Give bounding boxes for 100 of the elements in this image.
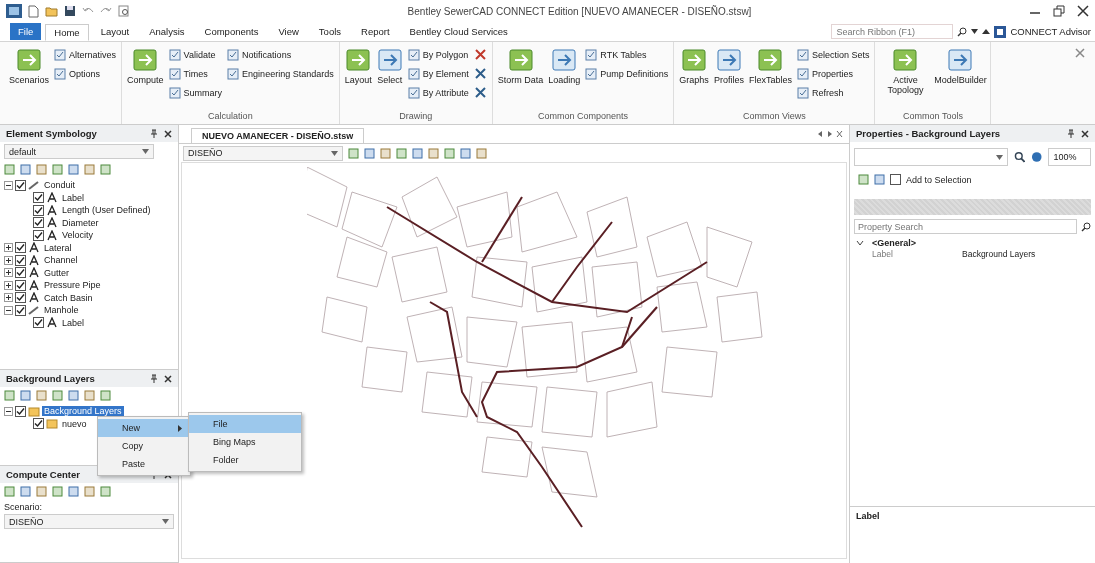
checkbox[interactable] (15, 254, 26, 266)
collapse-ribbon-icon[interactable] (982, 29, 991, 34)
caret-icon[interactable] (971, 29, 979, 34)
ribbon-button[interactable]: ModelBuilder (935, 45, 986, 102)
search-icon[interactable] (957, 26, 968, 37)
ribbon-button[interactable]: Loading (548, 45, 581, 102)
tree-item[interactable]: Lateral (42, 242, 74, 253)
pin-icon[interactable] (150, 374, 158, 383)
tree-item[interactable]: nuevo (60, 418, 89, 429)
scenario-dropdown[interactable]: DISEÑO (4, 514, 174, 529)
file-tab[interactable]: File (10, 23, 42, 40)
ribbon-tab[interactable]: Components (196, 23, 267, 40)
menu-item[interactable]: Paste (98, 455, 190, 473)
collapse-icon[interactable] (4, 406, 13, 416)
caret-icon[interactable] (995, 154, 1003, 160)
zoom-icon[interactable] (1013, 151, 1025, 163)
ribbon-button[interactable]: Summary (168, 86, 223, 99)
collapse-icon[interactable] (856, 238, 864, 247)
tree-item[interactable]: Length (User Defined) (60, 205, 153, 216)
expand-icon[interactable] (4, 255, 13, 265)
ribbon-button[interactable]: By Attribute (407, 86, 469, 99)
scenario-dropdown[interactable]: DISEÑO (183, 145, 343, 161)
ribbon-tab[interactable]: Analysis (141, 23, 193, 40)
tree-item[interactable]: Catch Basin (42, 292, 95, 303)
tree-item[interactable]: Diameter (60, 217, 101, 228)
checkbox[interactable] (33, 317, 44, 329)
checkbox[interactable] (33, 229, 44, 241)
new-file-icon[interactable] (28, 4, 39, 18)
toolbar-icon[interactable] (364, 147, 375, 159)
pin-icon[interactable] (1067, 129, 1075, 138)
ribbon-button[interactable]: Scenarios (9, 45, 50, 102)
tree-item[interactable]: Manhole (42, 305, 81, 316)
toolbar-icon[interactable] (476, 147, 487, 159)
document-tab[interactable]: NUEVO AMANECER - DISEÑO.stsw (191, 128, 365, 143)
open-folder-icon[interactable] (45, 5, 58, 17)
close-icon[interactable] (164, 374, 172, 383)
tree-item[interactable]: Channel (42, 255, 80, 266)
search-field[interactable]: Search Ribbon (F1) (831, 24, 954, 39)
checkbox[interactable] (15, 304, 26, 316)
toolbar-icon[interactable] (20, 390, 31, 401)
collapse-icon[interactable] (4, 305, 13, 315)
tool-icon[interactable] (473, 67, 487, 80)
checkbox[interactable] (33, 418, 44, 430)
close-icon[interactable] (164, 129, 172, 138)
ribbon-tab[interactable]: Home (45, 23, 89, 41)
checkbox[interactable] (890, 174, 901, 185)
ribbon-button[interactable]: Pump Definitions (585, 67, 669, 80)
save-icon[interactable] (64, 5, 76, 17)
ribbon-button[interactable]: Compute (127, 45, 164, 102)
ribbon-button[interactable]: Graphs (679, 45, 709, 102)
checkbox[interactable] (15, 292, 26, 304)
pin-icon[interactable] (150, 129, 158, 138)
expand-icon[interactable] (4, 293, 13, 303)
ribbon-tab[interactable]: View (270, 23, 307, 40)
toolbar-icon[interactable] (348, 147, 359, 159)
print-preview-icon[interactable] (118, 5, 130, 17)
ribbon-tab[interactable]: Layout (92, 23, 138, 40)
tree-item[interactable]: Label (60, 192, 87, 203)
close-icon[interactable] (1081, 129, 1089, 138)
ribbon-tab[interactable]: Tools (310, 23, 350, 40)
ribbon-button[interactable]: Validate (168, 48, 223, 61)
toolbar-icon[interactable] (396, 147, 407, 159)
expand-icon[interactable] (4, 280, 13, 290)
toolbar-icon[interactable] (68, 486, 79, 497)
ribbon-button[interactable]: By Element (407, 67, 469, 80)
ribbon-button[interactable]: Selection Sets (796, 48, 870, 61)
toolbar-icon[interactable] (20, 164, 31, 175)
tree-item[interactable]: Background Layers (42, 406, 124, 417)
menu-item[interactable]: New (98, 419, 190, 437)
tree-item[interactable]: Pressure Pipe (42, 280, 103, 291)
ribbon-tab[interactable]: Report (353, 23, 398, 40)
menu-item[interactable]: File (189, 415, 301, 433)
ribbon-button[interactable]: Profiles (713, 45, 744, 102)
toolbar-icon[interactable] (68, 164, 79, 175)
toolbar-icon[interactable] (428, 147, 439, 159)
zoom-dropdown[interactable]: 100% (1048, 148, 1091, 166)
expand-icon[interactable] (4, 243, 13, 253)
symbology-dropdown[interactable]: default (4, 144, 154, 159)
advisor-icon[interactable] (994, 25, 1007, 38)
tree-item[interactable]: Gutter (42, 267, 71, 278)
menu-item[interactable]: Folder (189, 451, 301, 469)
search-icon[interactable] (1081, 221, 1091, 232)
menu-item[interactable]: Bing Maps (189, 433, 301, 451)
ribbon-tab[interactable]: Bentley Cloud Services (401, 23, 516, 40)
ribbon-button[interactable]: Options (54, 67, 117, 80)
toolbar-icon[interactable] (412, 147, 423, 159)
checkbox[interactable] (15, 279, 26, 291)
property-search-field[interactable]: Property Search (854, 219, 1077, 234)
toolbar-icon[interactable] (444, 147, 455, 159)
toolbar-icon[interactable] (874, 174, 885, 185)
ribbon-button[interactable]: Layout (344, 45, 372, 102)
tool-icon[interactable] (473, 48, 487, 61)
checkbox[interactable] (33, 217, 44, 229)
ribbon-button[interactable]: Alternatives (54, 48, 117, 61)
toolbar-icon[interactable] (460, 147, 471, 159)
tree-item[interactable]: Conduit (42, 180, 78, 191)
expand-icon[interactable] (4, 268, 13, 278)
close-icon[interactable] (1077, 5, 1089, 17)
menu-item[interactable]: Copy (98, 437, 190, 455)
ribbon-button[interactable]: Storm Data (497, 45, 544, 102)
